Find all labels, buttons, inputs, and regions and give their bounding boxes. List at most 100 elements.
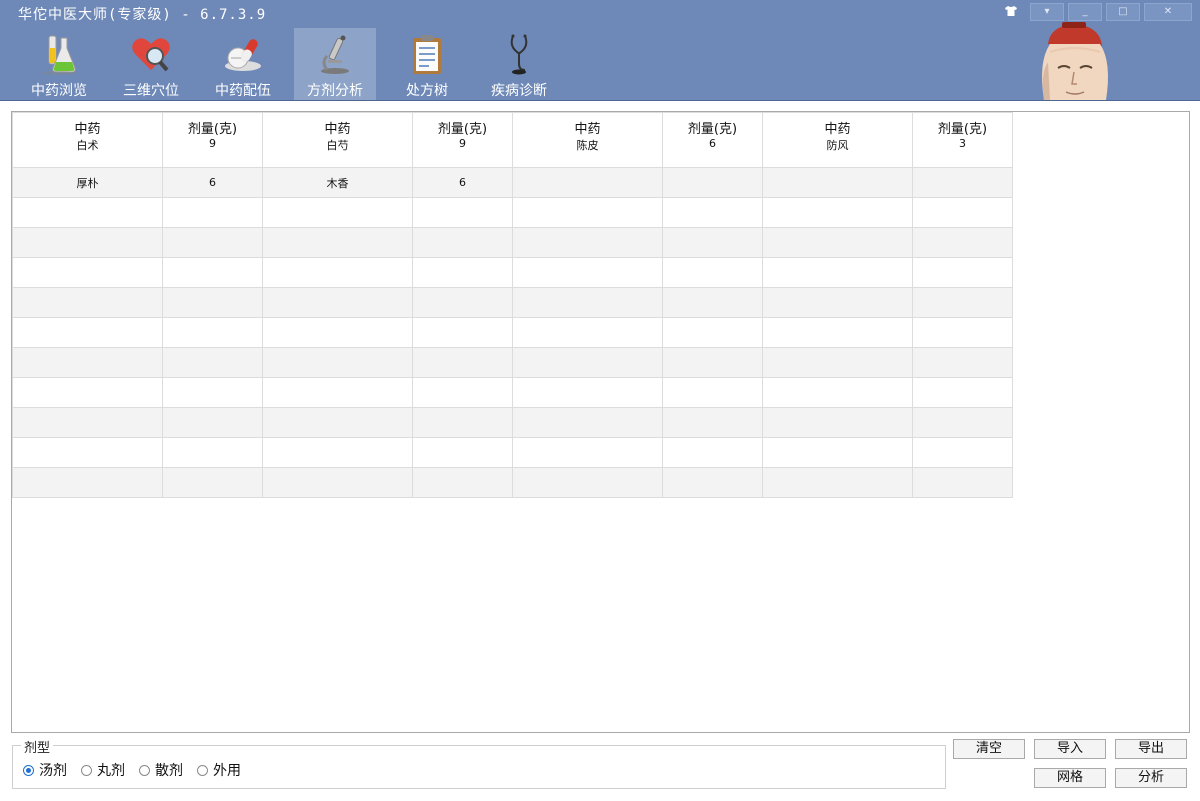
herb-cell[interactable]	[512, 197, 663, 228]
dose-cell[interactable]	[912, 407, 1013, 438]
analyze-button[interactable]: 分析	[1115, 768, 1187, 788]
herb-cell[interactable]	[262, 257, 413, 288]
dose-cell[interactable]	[662, 287, 763, 318]
dose-cell[interactable]	[662, 377, 763, 408]
export-button[interactable]: 导出	[1115, 739, 1187, 759]
tool-herb-pairing[interactable]: 中药配伍	[202, 28, 284, 100]
herb-cell[interactable]	[512, 257, 663, 288]
dose-cell[interactable]: 9	[412, 137, 513, 168]
dose-cell[interactable]	[662, 467, 763, 498]
dose-cell[interactable]: 6	[412, 167, 513, 198]
clear-button[interactable]: 清空	[953, 739, 1025, 759]
herb-cell[interactable]	[762, 257, 913, 288]
dose-cell[interactable]	[912, 197, 1013, 228]
herb-cell[interactable]	[512, 167, 663, 198]
herb-cell[interactable]: 陈皮	[512, 137, 663, 168]
herb-cell[interactable]: 厚朴	[12, 167, 163, 198]
radio-selected-icon[interactable]	[23, 764, 34, 776]
herb-cell[interactable]	[762, 167, 913, 198]
skin-shirt-icon[interactable]	[1002, 5, 1020, 19]
herb-cell[interactable]	[762, 437, 913, 468]
tool-prescription-tree[interactable]: 处方树	[386, 28, 468, 100]
radio-icon[interactable]	[139, 764, 150, 776]
tool-3d-acupoints[interactable]: 三维穴位	[110, 28, 192, 100]
herb-cell[interactable]: 白术	[12, 137, 163, 168]
dose-cell[interactable]	[912, 287, 1013, 318]
dose-cell[interactable]	[162, 347, 263, 378]
herb-cell[interactable]	[262, 347, 413, 378]
dose-cell[interactable]	[662, 407, 763, 438]
dose-cell[interactable]	[412, 377, 513, 408]
dose-cell[interactable]	[412, 227, 513, 258]
herb-cell[interactable]	[262, 467, 413, 498]
dose-cell[interactable]	[412, 437, 513, 468]
herb-cell[interactable]	[262, 287, 413, 318]
close-button[interactable]: ✕	[1144, 3, 1192, 21]
herb-cell[interactable]: 防风	[762, 137, 913, 168]
herb-cell[interactable]	[262, 407, 413, 438]
dose-cell[interactable]	[912, 467, 1013, 498]
dose-cell[interactable]	[412, 317, 513, 348]
herb-cell[interactable]	[512, 437, 663, 468]
dose-cell[interactable]	[662, 167, 763, 198]
dose-cell[interactable]	[412, 347, 513, 378]
herb-cell[interactable]	[762, 467, 913, 498]
herb-cell[interactable]	[262, 377, 413, 408]
dose-cell[interactable]	[912, 377, 1013, 408]
dose-cell[interactable]	[662, 197, 763, 228]
tool-formula-analysis[interactable]: 方剂分析	[294, 28, 376, 100]
herb-cell[interactable]	[12, 257, 163, 288]
dose-cell[interactable]	[162, 377, 263, 408]
herb-cell[interactable]	[262, 197, 413, 228]
grid-button[interactable]: 网格	[1034, 768, 1106, 788]
herb-cell[interactable]	[12, 197, 163, 228]
herb-cell[interactable]	[12, 407, 163, 438]
herb-cell[interactable]	[512, 377, 663, 408]
dose-cell[interactable]	[162, 257, 263, 288]
dose-cell[interactable]	[162, 317, 263, 348]
herb-cell[interactable]	[762, 197, 913, 228]
radio-pill[interactable]: 丸剂	[81, 760, 125, 780]
herb-cell[interactable]	[262, 317, 413, 348]
herb-cell[interactable]	[762, 227, 913, 258]
radio-external[interactable]: 外用	[197, 760, 241, 780]
maximize-button[interactable]: □	[1106, 3, 1140, 21]
dose-cell[interactable]	[162, 437, 263, 468]
herb-cell[interactable]	[512, 287, 663, 318]
dose-cell[interactable]	[412, 467, 513, 498]
dose-cell[interactable]	[912, 347, 1013, 378]
herb-cell[interactable]	[512, 467, 663, 498]
herb-cell[interactable]	[512, 347, 663, 378]
herb-cell[interactable]	[762, 287, 913, 318]
dose-cell[interactable]	[162, 227, 263, 258]
herb-cell[interactable]	[512, 227, 663, 258]
herb-cell[interactable]	[762, 347, 913, 378]
dropdown-button[interactable]: ▾	[1030, 3, 1064, 21]
dose-cell[interactable]	[412, 257, 513, 288]
dose-cell[interactable]	[162, 197, 263, 228]
herb-cell[interactable]	[762, 377, 913, 408]
herb-cell[interactable]	[12, 347, 163, 378]
dose-cell[interactable]	[662, 317, 763, 348]
dose-cell[interactable]: 6	[162, 167, 263, 198]
herb-cell[interactable]	[12, 227, 163, 258]
herb-cell[interactable]	[12, 437, 163, 468]
dose-cell[interactable]	[162, 467, 263, 498]
dose-cell[interactable]	[162, 407, 263, 438]
herb-cell[interactable]	[762, 317, 913, 348]
herb-cell[interactable]	[12, 467, 163, 498]
dose-cell[interactable]	[912, 437, 1013, 468]
dose-cell[interactable]	[662, 347, 763, 378]
tool-disease-diagnosis[interactable]: 疾病诊断	[478, 28, 560, 100]
dose-cell[interactable]: 6	[662, 137, 763, 168]
dose-cell[interactable]: 3	[912, 137, 1013, 168]
herb-cell[interactable]	[512, 407, 663, 438]
dose-cell[interactable]	[162, 287, 263, 318]
tool-herb-browse[interactable]: 中药浏览	[18, 28, 100, 100]
radio-powder[interactable]: 散剂	[139, 760, 183, 780]
dose-cell[interactable]	[662, 227, 763, 258]
herb-cell[interactable]	[262, 227, 413, 258]
dose-cell[interactable]	[912, 227, 1013, 258]
dose-cell[interactable]: 9	[162, 137, 263, 168]
dose-cell[interactable]	[912, 257, 1013, 288]
